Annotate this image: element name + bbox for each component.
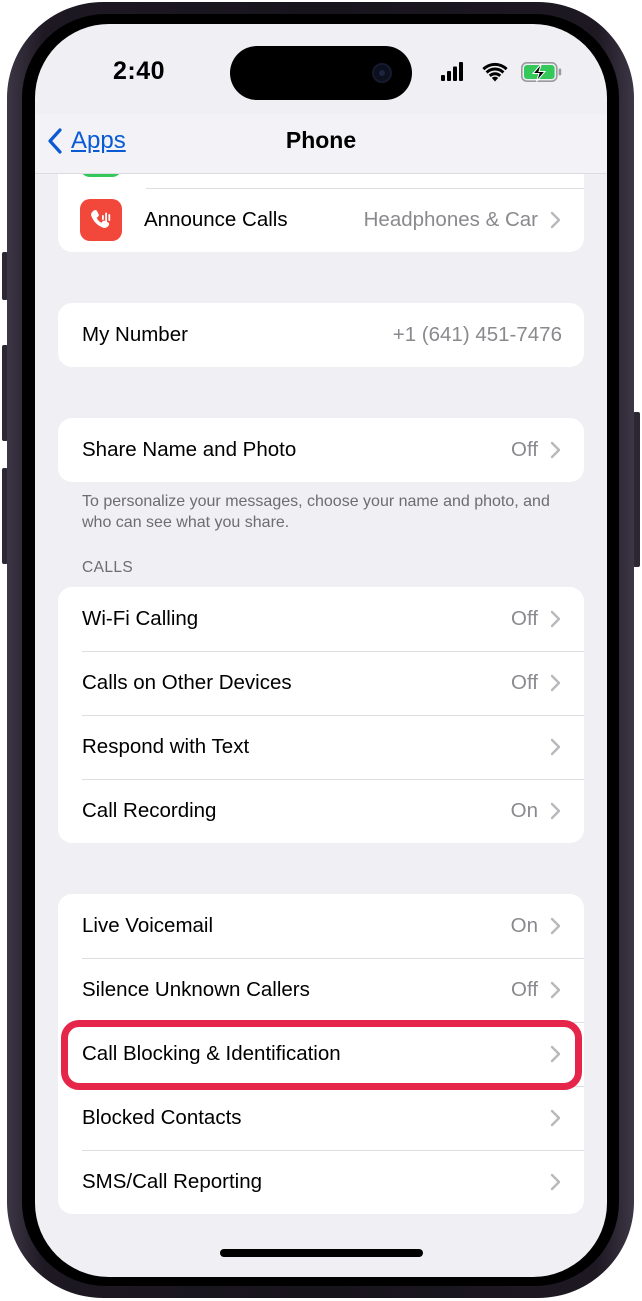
silence-unknown-callers-row[interactable]: Silence Unknown Callers Off — [58, 958, 584, 1022]
phone-screen: Announce Calls Headphones & Car My Numbe… — [35, 24, 607, 1277]
share-name-label: Share Name and Photo — [82, 438, 297, 461]
call-recording-row[interactable]: Call Recording On — [58, 779, 584, 843]
chevron-right-icon — [550, 674, 561, 692]
live-voicemail-row[interactable]: Live Voicemail On — [58, 894, 584, 958]
chevron-right-icon — [550, 802, 561, 820]
settings-content: Announce Calls Headphones & Car My Numbe… — [35, 24, 607, 1277]
status-time: 2:40 — [113, 57, 166, 85]
phone-waveform-icon — [80, 199, 122, 241]
chevron-right-icon — [550, 441, 561, 459]
blocking-group: Live Voicemail On Silence Unknown Caller… — [58, 894, 584, 1214]
wifi-calling-row[interactable]: Wi-Fi Calling Off — [58, 587, 584, 651]
silence-unknown-callers-label: Silence Unknown Callers — [82, 978, 310, 1001]
share-name-row[interactable]: Share Name and Photo Off — [58, 418, 584, 482]
wifi-calling-value: Off — [511, 607, 538, 630]
call-recording-label: Call Recording — [82, 799, 217, 822]
cellular-signal-icon — [441, 62, 463, 81]
home-indicator — [220, 1249, 423, 1257]
share-name-group: Share Name and Photo Off — [58, 418, 584, 482]
share-name-footer: To personalize your messages, choose you… — [82, 493, 550, 531]
chevron-right-icon — [550, 1045, 561, 1063]
wifi-calling-label: Wi-Fi Calling — [82, 607, 199, 630]
calls-group: Wi-Fi Calling Off Calls on Other Devices… — [58, 587, 584, 843]
call-recording-value: On — [510, 799, 538, 822]
call-blocking-identification-row[interactable]: Call Blocking & Identification — [58, 1022, 584, 1086]
chevron-right-icon — [550, 211, 561, 229]
page-title: Phone — [285, 127, 357, 153]
live-voicemail-value: On — [510, 914, 538, 937]
camera-lens-icon — [372, 63, 392, 83]
announce-calls-label: Announce Calls — [144, 208, 288, 231]
navigation-bar: Apps Phone — [35, 114, 607, 174]
status-icons — [441, 62, 562, 82]
calls-section-header: CALLS — [82, 559, 134, 576]
battery-charging-icon — [521, 62, 562, 82]
announce-calls-row[interactable]: Announce Calls Headphones & Car — [58, 188, 584, 252]
wifi-icon — [482, 62, 508, 82]
my-number-label: My Number — [82, 323, 188, 346]
share-name-value: Off — [511, 438, 538, 461]
chevron-right-icon — [550, 610, 561, 628]
call-blocking-identification-label: Call Blocking & Identification — [82, 1042, 341, 1065]
calls-other-devices-label: Calls on Other Devices — [82, 671, 292, 694]
blocked-contacts-label: Blocked Contacts — [82, 1106, 242, 1129]
calls-other-devices-value: Off — [511, 671, 538, 694]
blocked-contacts-row[interactable]: Blocked Contacts — [58, 1086, 584, 1150]
live-voicemail-label: Live Voicemail — [82, 914, 214, 937]
my-number-value: +1 (641) 451-7476 — [392, 323, 562, 346]
chevron-right-icon — [550, 1173, 561, 1191]
power-button — [633, 412, 640, 567]
dynamic-island — [230, 46, 412, 100]
chevron-right-icon — [550, 738, 561, 756]
silence-unknown-callers-value: Off — [511, 978, 538, 1001]
chevron-right-icon — [550, 917, 561, 935]
sms-call-reporting-label: SMS/Call Reporting — [82, 1170, 263, 1193]
chevron-right-icon — [550, 1109, 561, 1127]
respond-with-text-label: Respond with Text — [82, 735, 250, 758]
calls-other-devices-row[interactable]: Calls on Other Devices Off — [58, 651, 584, 715]
my-number-row[interactable]: My Number +1 (641) 451-7476 — [58, 303, 584, 367]
chevron-right-icon — [550, 981, 561, 999]
sms-call-reporting-row[interactable]: SMS/Call Reporting — [58, 1150, 584, 1214]
my-number-group: My Number +1 (641) 451-7476 — [58, 303, 584, 367]
respond-with-text-row[interactable]: Respond with Text — [58, 715, 584, 779]
announce-calls-value: Headphones & Car — [363, 208, 538, 231]
